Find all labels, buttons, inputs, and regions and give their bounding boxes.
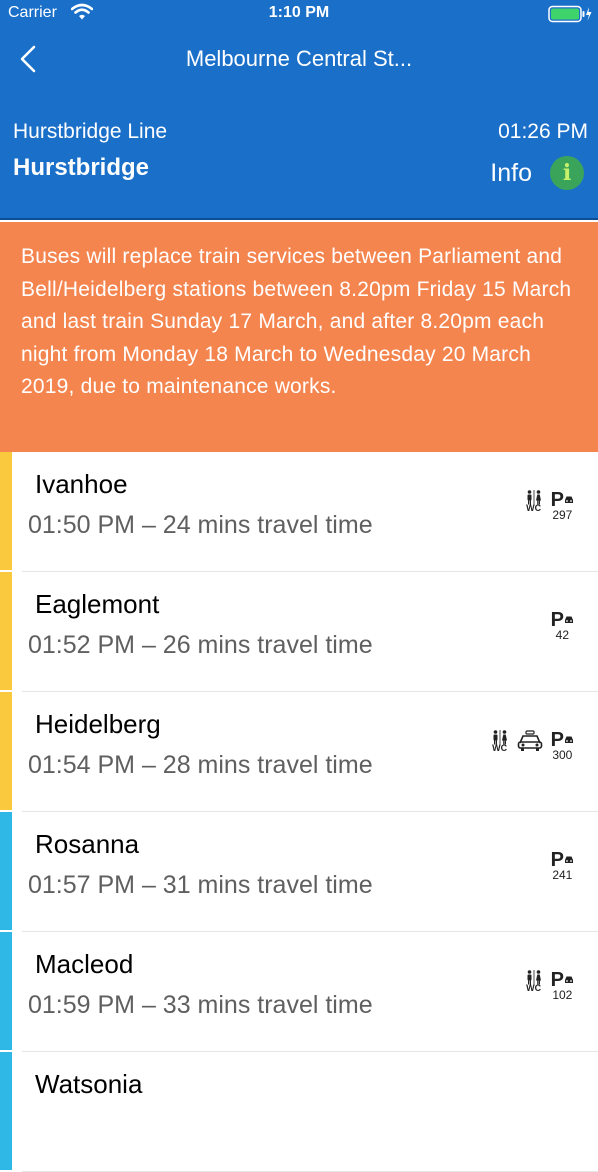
- toilet-icon: WC: [525, 490, 543, 513]
- travel-time: 01:50 PM – 24 mins travel time: [28, 511, 373, 539]
- parking-icon: P 241: [551, 850, 574, 881]
- line-color-bar: [0, 572, 12, 690]
- parking-count: 297: [552, 508, 573, 522]
- toilet-label: WC: [492, 743, 508, 753]
- info-label: Info: [490, 158, 532, 187]
- stop-name: Ivanhoe: [35, 469, 128, 499]
- parking-icon: P 42: [551, 610, 574, 641]
- nav-bar: Melbourne Central St...: [0, 28, 598, 92]
- parking-count: 241: [552, 868, 573, 882]
- line-color-bar: [0, 932, 12, 1050]
- parking-icon: P 102: [551, 970, 574, 1001]
- stop-name: Macleod: [35, 949, 134, 979]
- parking-label: P: [550, 489, 564, 511]
- destination: Hurstbridge: [13, 154, 150, 181]
- facilities: P 241: [551, 850, 574, 881]
- disruption-alert[interactable]: Buses will replace train services betwee…: [0, 222, 598, 452]
- facilities: WC P 297: [525, 490, 574, 521]
- parking-icon: P 297: [551, 490, 574, 521]
- line-color-bar: [0, 1052, 12, 1170]
- stop-row[interactable]: Watsonia: [0, 1052, 598, 1172]
- facilities: WC P 102: [525, 970, 574, 1001]
- departure-time: 01:26 PM: [498, 120, 588, 143]
- travel-time: 01:54 PM – 28 mins travel time: [28, 751, 373, 779]
- stop-row[interactable]: Rosanna 01:57 PM – 31 mins travel time P 24…: [0, 812, 598, 932]
- line-color-bar: [0, 452, 12, 570]
- stop-row[interactable]: Macleod 01:59 PM – 33 mins travel time WC P…: [0, 932, 598, 1052]
- stop-name: Eaglemont: [35, 589, 160, 619]
- parking-count: 42: [555, 628, 569, 642]
- stop-row[interactable]: Heidelberg 01:54 PM – 28 mins travel time…: [0, 692, 598, 812]
- stops-list: Ivanhoe 01:50 PM – 24 mins travel time WC P…: [0, 452, 598, 1172]
- facilities: WC P 300: [491, 730, 574, 761]
- travel-time: 01:57 PM – 31 mins travel time: [28, 871, 373, 899]
- parking-count: 102: [552, 988, 573, 1002]
- toilet-label: WC: [526, 503, 542, 513]
- toilet-label: WC: [526, 983, 542, 993]
- parking-icon: P 300: [551, 730, 574, 761]
- parking-count: 300: [552, 748, 573, 762]
- toilet-icon: WC: [491, 730, 509, 753]
- parking-label: P: [550, 729, 564, 751]
- parking-label: P: [550, 969, 564, 991]
- travel-time: 01:59 PM – 33 mins travel time: [28, 991, 373, 1019]
- stop-row[interactable]: Eaglemont 01:52 PM – 26 mins travel time P…: [0, 572, 598, 692]
- service-header: Hurstbridge Line Hurstbridge 01:26 PM In…: [0, 92, 598, 220]
- status-bar: Carrier 1:10 PM: [0, 0, 598, 28]
- line-color-bar: [0, 692, 12, 810]
- info-button[interactable]: Info i: [490, 154, 584, 192]
- stop-name: Rosanna: [35, 829, 140, 859]
- stop-name: Heidelberg: [35, 709, 161, 739]
- facilities: P 42: [551, 610, 574, 641]
- toilet-icon: WC: [525, 970, 543, 993]
- nav-title: Melbourne Central St...: [185, 46, 413, 71]
- info-icon: i: [550, 156, 584, 190]
- taxi-icon: [517, 730, 543, 752]
- stop-row[interactable]: Ivanhoe 01:50 PM – 24 mins travel time WC P…: [0, 452, 598, 572]
- line-name: Hurstbridge Line: [13, 120, 168, 143]
- parking-label: P: [550, 609, 564, 631]
- status-time: 1:10 PM: [268, 4, 330, 21]
- stop-name: Watsonia: [35, 1069, 143, 1099]
- travel-time: 01:52 PM – 26 mins travel time: [28, 631, 373, 659]
- battery-icon: [548, 5, 592, 28]
- line-color-bar: [0, 812, 12, 930]
- parking-label: P: [550, 849, 564, 871]
